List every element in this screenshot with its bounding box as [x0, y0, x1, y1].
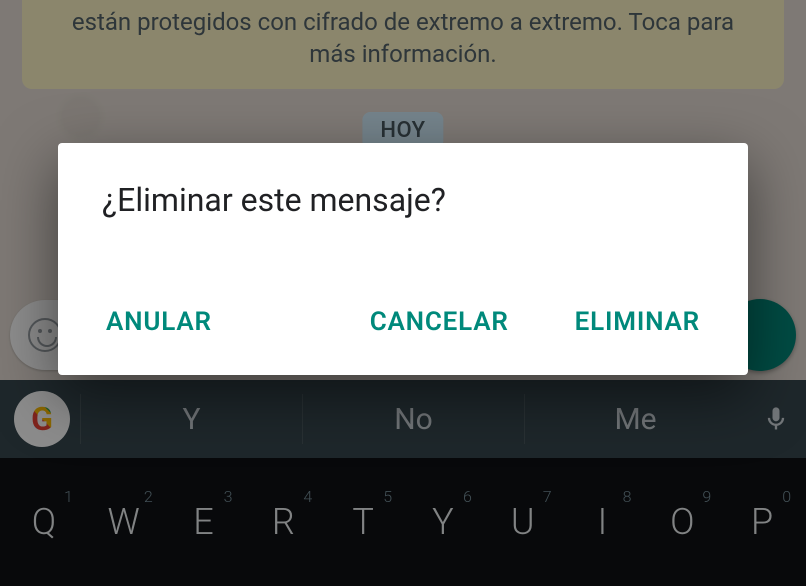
eliminar-button[interactable]: ELIMINAR — [571, 299, 704, 345]
delete-message-dialog: ¿Eliminar este mensaje? ANULAR CANCELAR … — [58, 143, 748, 375]
anular-button[interactable]: ANULAR — [102, 299, 216, 345]
dialog-title: ¿Eliminar este mensaje? — [102, 181, 704, 219]
dialog-actions: ANULAR CANCELAR ELIMINAR — [102, 299, 704, 345]
cancelar-button[interactable]: CANCELAR — [366, 299, 513, 345]
